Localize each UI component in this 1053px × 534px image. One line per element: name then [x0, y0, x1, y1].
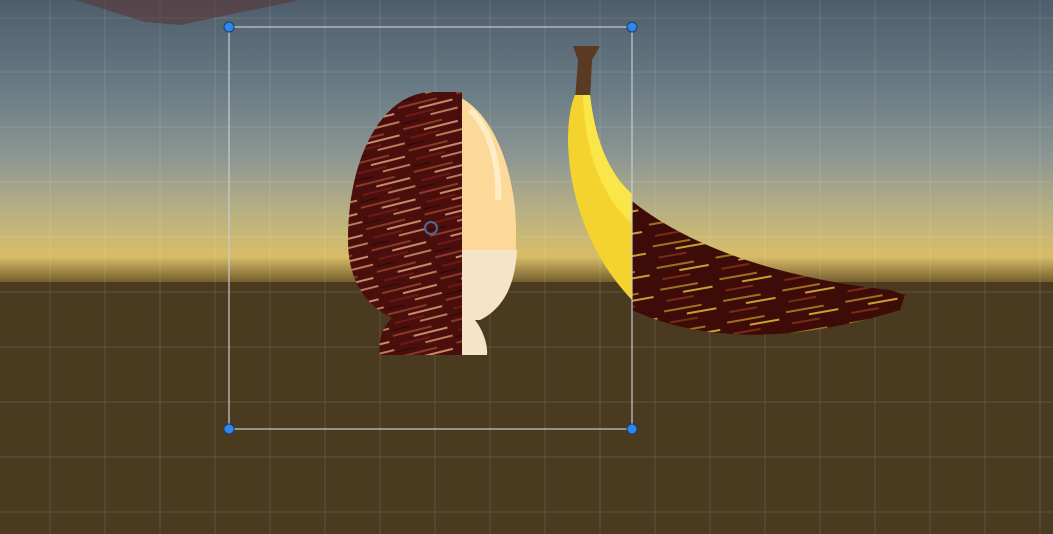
sky-background — [0, 0, 1053, 285]
scene-view[interactable] — [0, 0, 1053, 534]
handle-top-right[interactable] — [626, 21, 638, 33]
handle-bottom-left[interactable] — [223, 423, 235, 435]
handle-bottom-right[interactable] — [626, 423, 638, 435]
ground-plane — [0, 282, 1053, 534]
handle-top-left[interactable] — [223, 21, 235, 33]
